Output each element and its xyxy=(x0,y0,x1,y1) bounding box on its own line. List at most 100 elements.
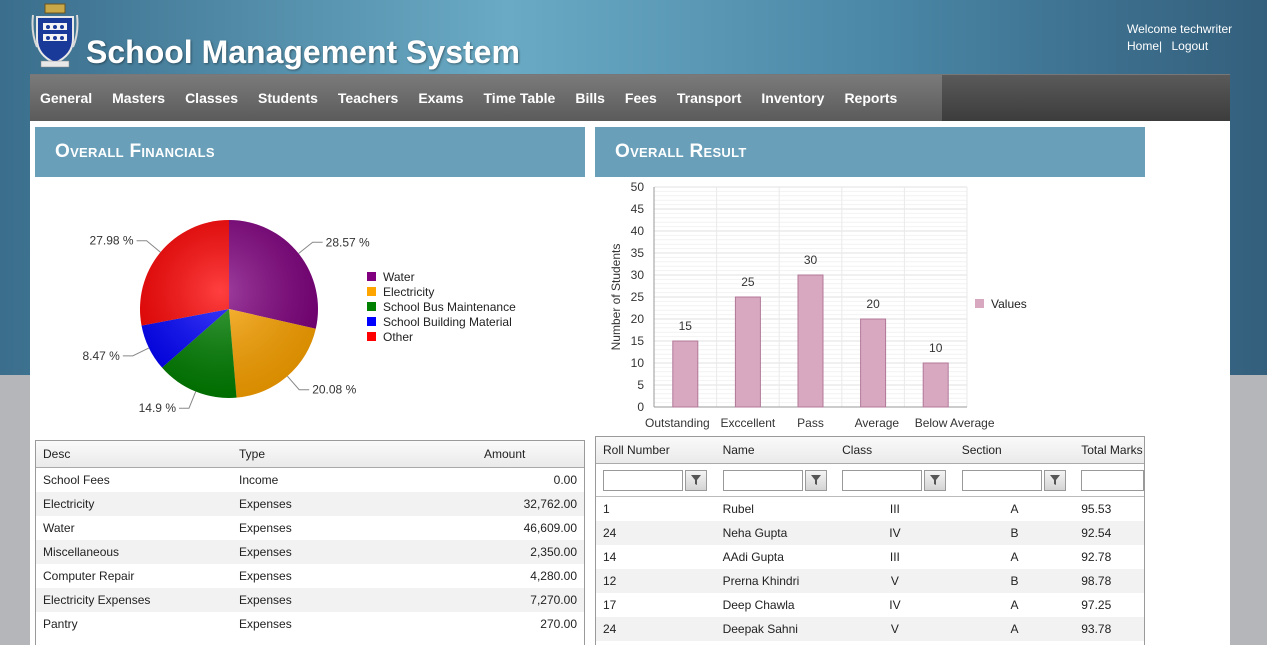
bar-outstanding[interactable] xyxy=(672,340,699,408)
legend-label: School Building Material xyxy=(383,314,512,329)
class-filter-input[interactable] xyxy=(842,469,922,491)
cell-section: B xyxy=(1010,526,1019,540)
bar-average[interactable] xyxy=(860,318,887,408)
nav-item-bills[interactable]: Bills xyxy=(565,75,615,121)
total-marks-filter-input[interactable] xyxy=(1081,469,1144,491)
legend-item-values: Values xyxy=(975,296,1027,311)
filter-icon[interactable] xyxy=(685,469,707,491)
cell-amount: 0.00 xyxy=(553,473,577,487)
column-header-total-marks[interactable]: Total Marks xyxy=(1074,437,1144,463)
link-separator: | xyxy=(1159,39,1163,53)
column-header-name[interactable]: Name xyxy=(716,437,836,463)
cell-roll-number: 14 xyxy=(603,550,617,564)
welcome-text: Welcome techwriter xyxy=(1127,22,1233,36)
roll-number-filter-input[interactable] xyxy=(603,469,683,491)
table-row[interactable]: 12 Prerna Khindri V B 98.78 xyxy=(596,569,1144,593)
x-tick-label: Average xyxy=(855,416,900,430)
pie-slice-other[interactable] xyxy=(140,220,229,326)
nav-item-exams[interactable]: Exams xyxy=(408,75,473,121)
nav-item-time-table[interactable]: Time Table xyxy=(474,75,566,121)
cell-type: Expenses xyxy=(239,521,292,535)
legend-item-bus: School Bus Maintenance xyxy=(367,299,516,314)
nav-item-inventory[interactable]: Inventory xyxy=(751,75,834,121)
cell-amount: 4,280.00 xyxy=(530,569,577,583)
cell-roll-number: 24 xyxy=(603,526,617,540)
nav-item-classes[interactable]: Classes xyxy=(175,75,248,121)
pie-leader-line xyxy=(287,375,310,391)
result-legend: Values xyxy=(975,296,1027,311)
legend-label: Electricity xyxy=(383,284,435,299)
legend-item-electricity: Electricity xyxy=(367,284,516,299)
cell-desc: Water xyxy=(43,521,75,535)
section-filter-input[interactable] xyxy=(961,469,1042,491)
cell-class: V xyxy=(890,622,899,636)
table-row[interactable]: 14 AAdi Gupta III A 92.78 xyxy=(596,545,1144,569)
table-body: 1 Rubel III A 95.53 24 Neha Gupta IV B 92.54 14 A… xyxy=(596,497,1144,641)
bar-value-label: 30 xyxy=(804,253,818,267)
nav-item-teachers[interactable]: Teachers xyxy=(328,75,408,121)
cell-class: IV xyxy=(889,526,901,540)
pie-slice-label: 14.9 % xyxy=(139,401,177,415)
cell-roll-number: 24 xyxy=(603,622,617,636)
legend-swatch xyxy=(367,317,376,326)
pie-leader-line xyxy=(136,240,161,253)
nav-item-general[interactable]: General xyxy=(30,75,102,121)
name-filter-input[interactable] xyxy=(722,469,803,491)
table-row[interactable]: 24 Deepak Sahni V A 93.78 xyxy=(596,617,1144,641)
table-row[interactable]: Computer Repair Expenses 4,280.00 xyxy=(36,564,584,588)
filter-icon[interactable] xyxy=(804,469,827,491)
cell-total-marks: 92.78 xyxy=(1081,550,1112,564)
legend-label: Water xyxy=(383,269,415,284)
nav-item-fees[interactable]: Fees xyxy=(615,75,667,121)
pie-slice-label: 20.08 % xyxy=(312,383,356,397)
nav-menu: General Masters Classes Students Teacher… xyxy=(30,75,942,121)
legend-swatch xyxy=(367,287,376,296)
cell-name: Neha Gupta xyxy=(722,526,788,540)
column-header-section[interactable]: Section xyxy=(955,437,1075,463)
y-tick-label: 0 xyxy=(637,400,644,414)
y-tick-label: 30 xyxy=(631,268,645,282)
y-axis-label: Number of Students xyxy=(609,244,623,351)
cell-type: Income xyxy=(239,473,279,487)
cell-amount: 2,350.00 xyxy=(530,545,577,559)
cell-section: A xyxy=(1010,550,1019,564)
y-tick-label: 40 xyxy=(631,224,645,238)
column-header-desc[interactable]: Desc xyxy=(36,441,232,467)
table-row[interactable]: 1 Rubel III A 95.53 xyxy=(596,497,1144,521)
y-tick-label: 10 xyxy=(631,356,645,370)
cell-class: V xyxy=(890,574,899,588)
column-header-roll-number[interactable]: Roll Number xyxy=(596,437,716,463)
financials-table: Desc Type Amount School Fees Income 0.00 E… xyxy=(35,440,585,645)
table-row[interactable]: Electricity Expenses 32,762.00 xyxy=(36,492,584,516)
bar-exccellent[interactable] xyxy=(734,296,761,408)
nav-item-students[interactable]: Students xyxy=(248,75,328,121)
legend-swatch xyxy=(975,299,984,308)
table-row[interactable]: School Fees Income 0.00 xyxy=(36,468,584,492)
table-row[interactable]: Electricity Expenses Expenses 7,270.00 xyxy=(36,588,584,612)
nav-item-reports[interactable]: Reports xyxy=(834,75,907,121)
filter-icon[interactable] xyxy=(924,469,946,491)
table-row[interactable]: Water Expenses 46,609.00 xyxy=(36,516,584,540)
column-header-amount[interactable]: Amount xyxy=(477,441,584,467)
user-welcome: Welcome techwriter Home| Logout xyxy=(1127,21,1232,55)
filter-icon[interactable] xyxy=(1043,469,1066,491)
table-row[interactable]: Miscellaneous Expenses 2,350.00 xyxy=(36,540,584,564)
filter-cell xyxy=(1074,464,1144,496)
home-link[interactable]: Home xyxy=(1127,39,1159,53)
cell-type: Expenses xyxy=(239,593,292,607)
cell-type: Expenses xyxy=(239,617,292,631)
legend-label: Other xyxy=(383,329,414,344)
table-row[interactable]: Pantry Expenses 270.00 xyxy=(36,612,584,636)
y-tick-label: 5 xyxy=(637,378,644,392)
nav-item-masters[interactable]: Masters xyxy=(102,75,175,121)
column-header-class[interactable]: Class xyxy=(835,437,955,463)
nav-item-transport[interactable]: Transport xyxy=(667,75,752,121)
column-header-type[interactable]: Type xyxy=(232,441,477,467)
bar-pass[interactable] xyxy=(797,274,824,408)
cell-class: III xyxy=(889,550,900,564)
table-row[interactable]: 24 Neha Gupta IV B 92.54 xyxy=(596,521,1144,545)
bar-below-average[interactable] xyxy=(922,362,949,408)
table-row[interactable]: 17 Deep Chawla IV A 97.25 xyxy=(596,593,1144,617)
logout-link[interactable]: Logout xyxy=(1171,39,1208,53)
y-tick-label: 45 xyxy=(631,202,645,216)
